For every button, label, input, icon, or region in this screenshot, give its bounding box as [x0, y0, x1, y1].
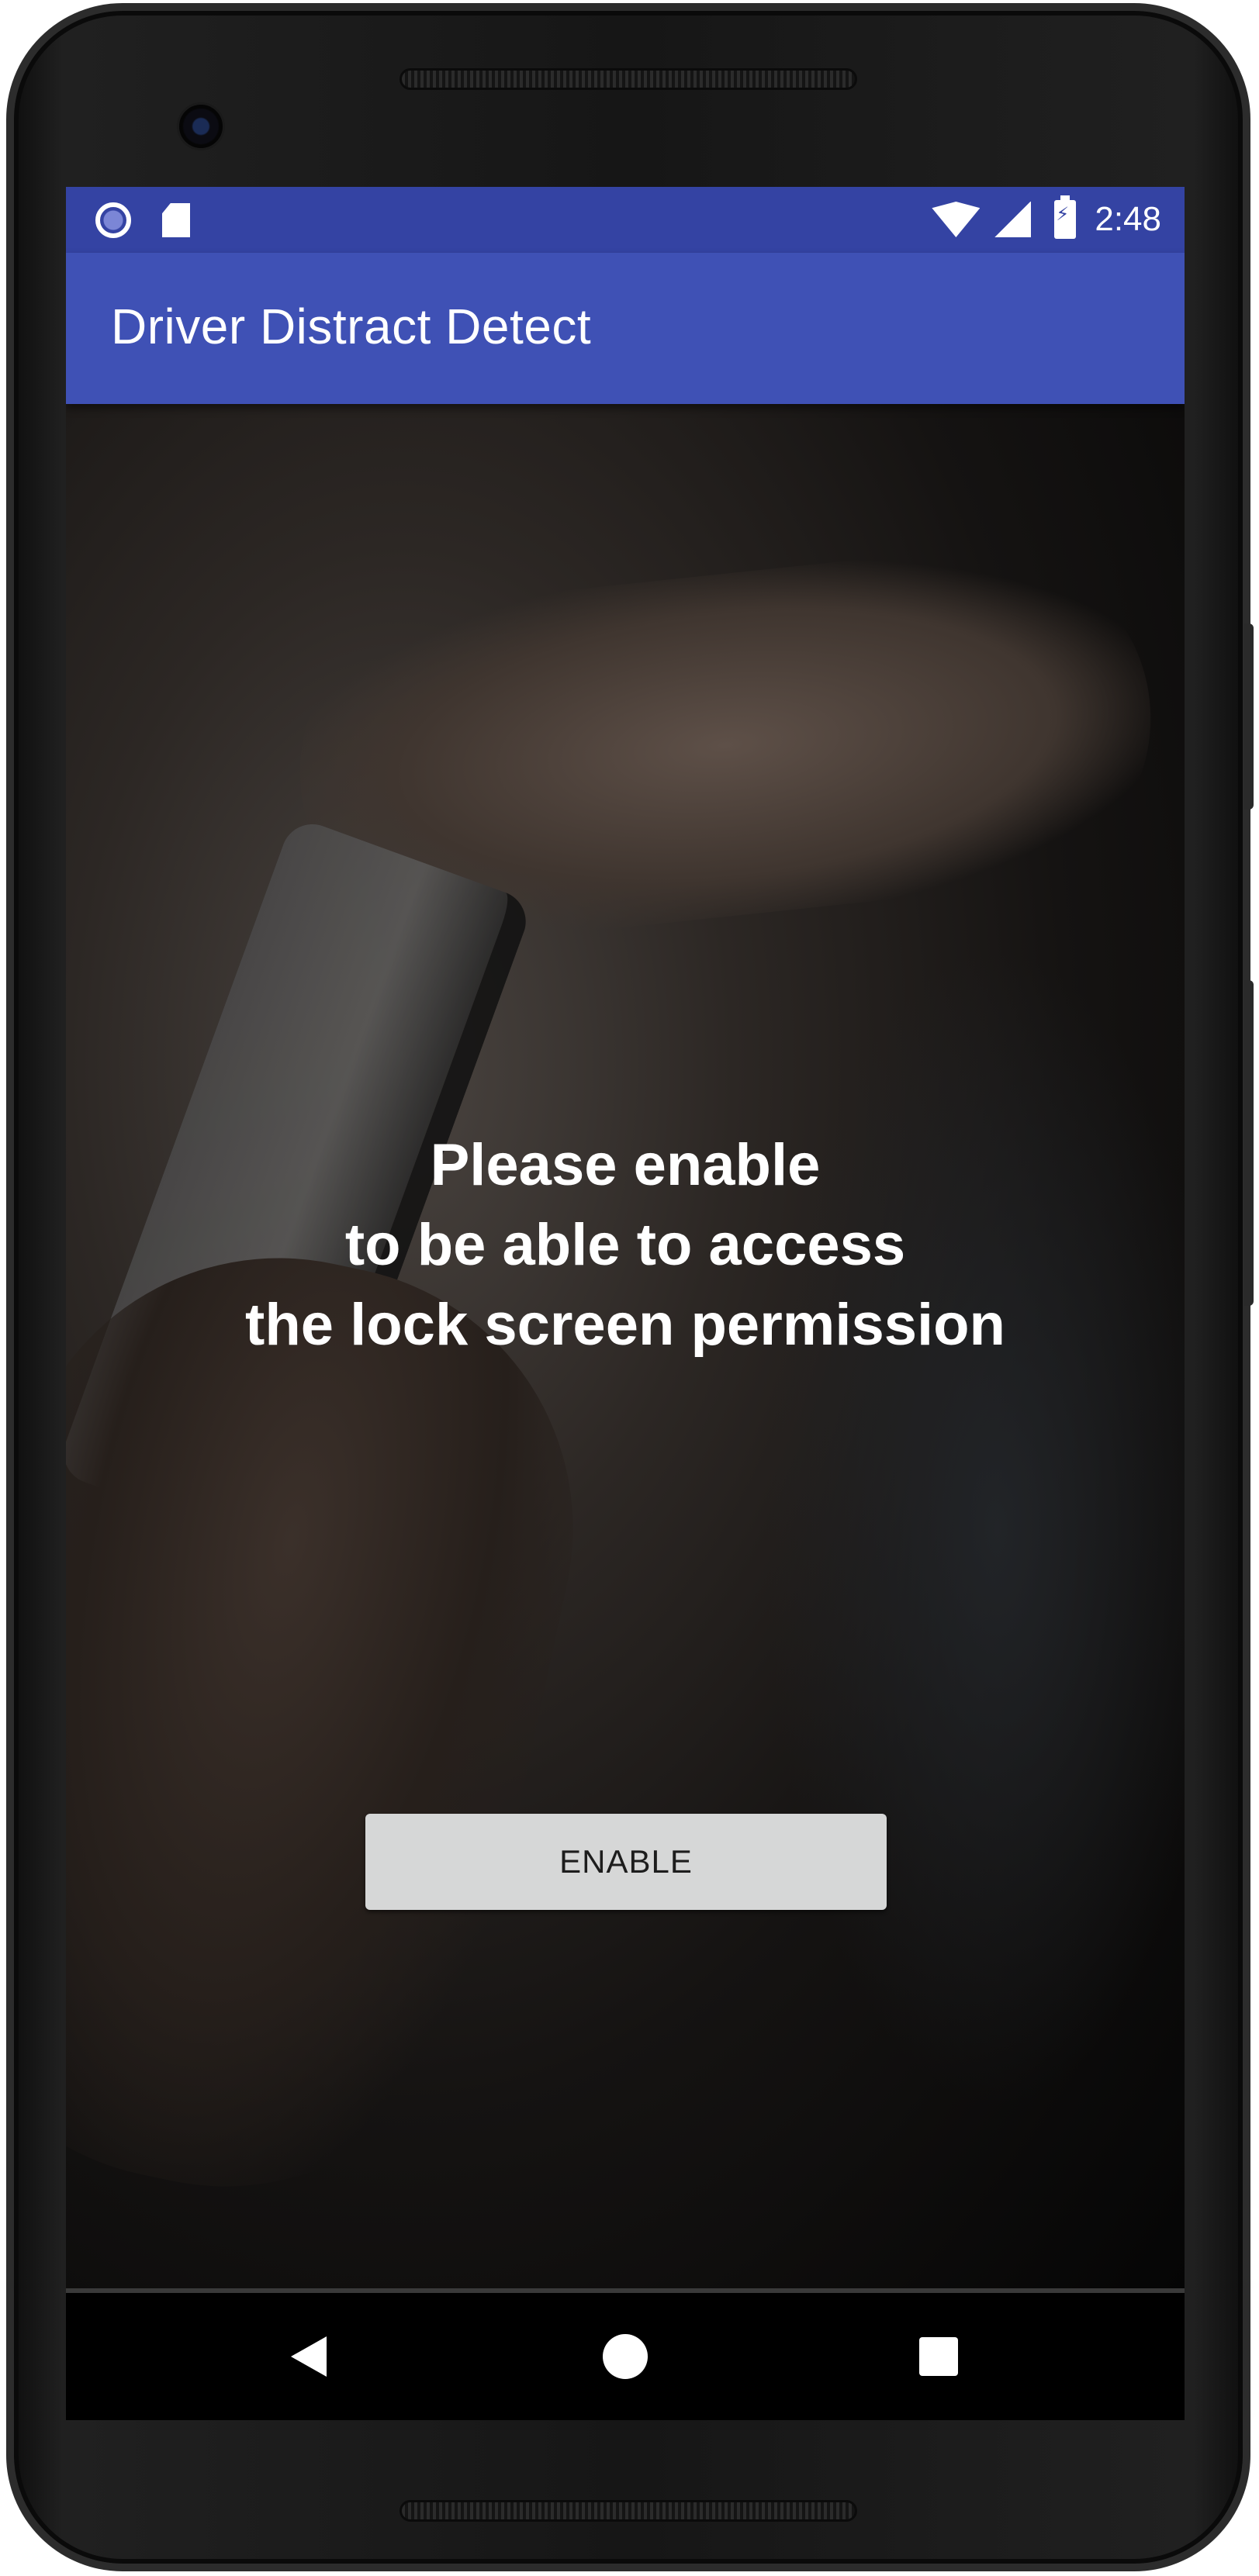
enable-button[interactable]: ENABLE [365, 1814, 887, 1910]
status-time: 2:48 [1095, 200, 1161, 238]
cell-signal-icon [994, 202, 1032, 237]
background-photo-interior [764, 947, 1185, 2110]
main-content: Please enable to be able to access the l… [66, 404, 1185, 2288]
sync-icon [95, 202, 131, 238]
navigation-bar [66, 2288, 1185, 2420]
battery-charging-icon [1054, 195, 1077, 239]
app-title: Driver Distract Detect [111, 299, 592, 354]
permission-message: Please enable to be able to access the l… [245, 1132, 1005, 1358]
bottom-speaker-grille [399, 2500, 857, 2522]
status-bar: 2:48 [66, 187, 1185, 253]
wifi-icon [932, 202, 981, 237]
front-camera [177, 102, 225, 150]
volume-button [1244, 980, 1254, 1306]
home-icon[interactable] [603, 2334, 648, 2379]
sd-card-icon [162, 203, 190, 237]
app-bar: Driver Distract Detect [66, 253, 1185, 404]
recents-icon[interactable] [919, 2337, 958, 2376]
status-bar-system: 2:48 [932, 195, 1161, 241]
top-speaker-grille [399, 68, 857, 90]
device-screen: 2:48 Driver Distract Detect Please enabl… [66, 187, 1185, 2420]
status-bar-notifications [95, 201, 190, 240]
power-button [1244, 623, 1254, 810]
back-icon[interactable] [291, 2336, 327, 2377]
